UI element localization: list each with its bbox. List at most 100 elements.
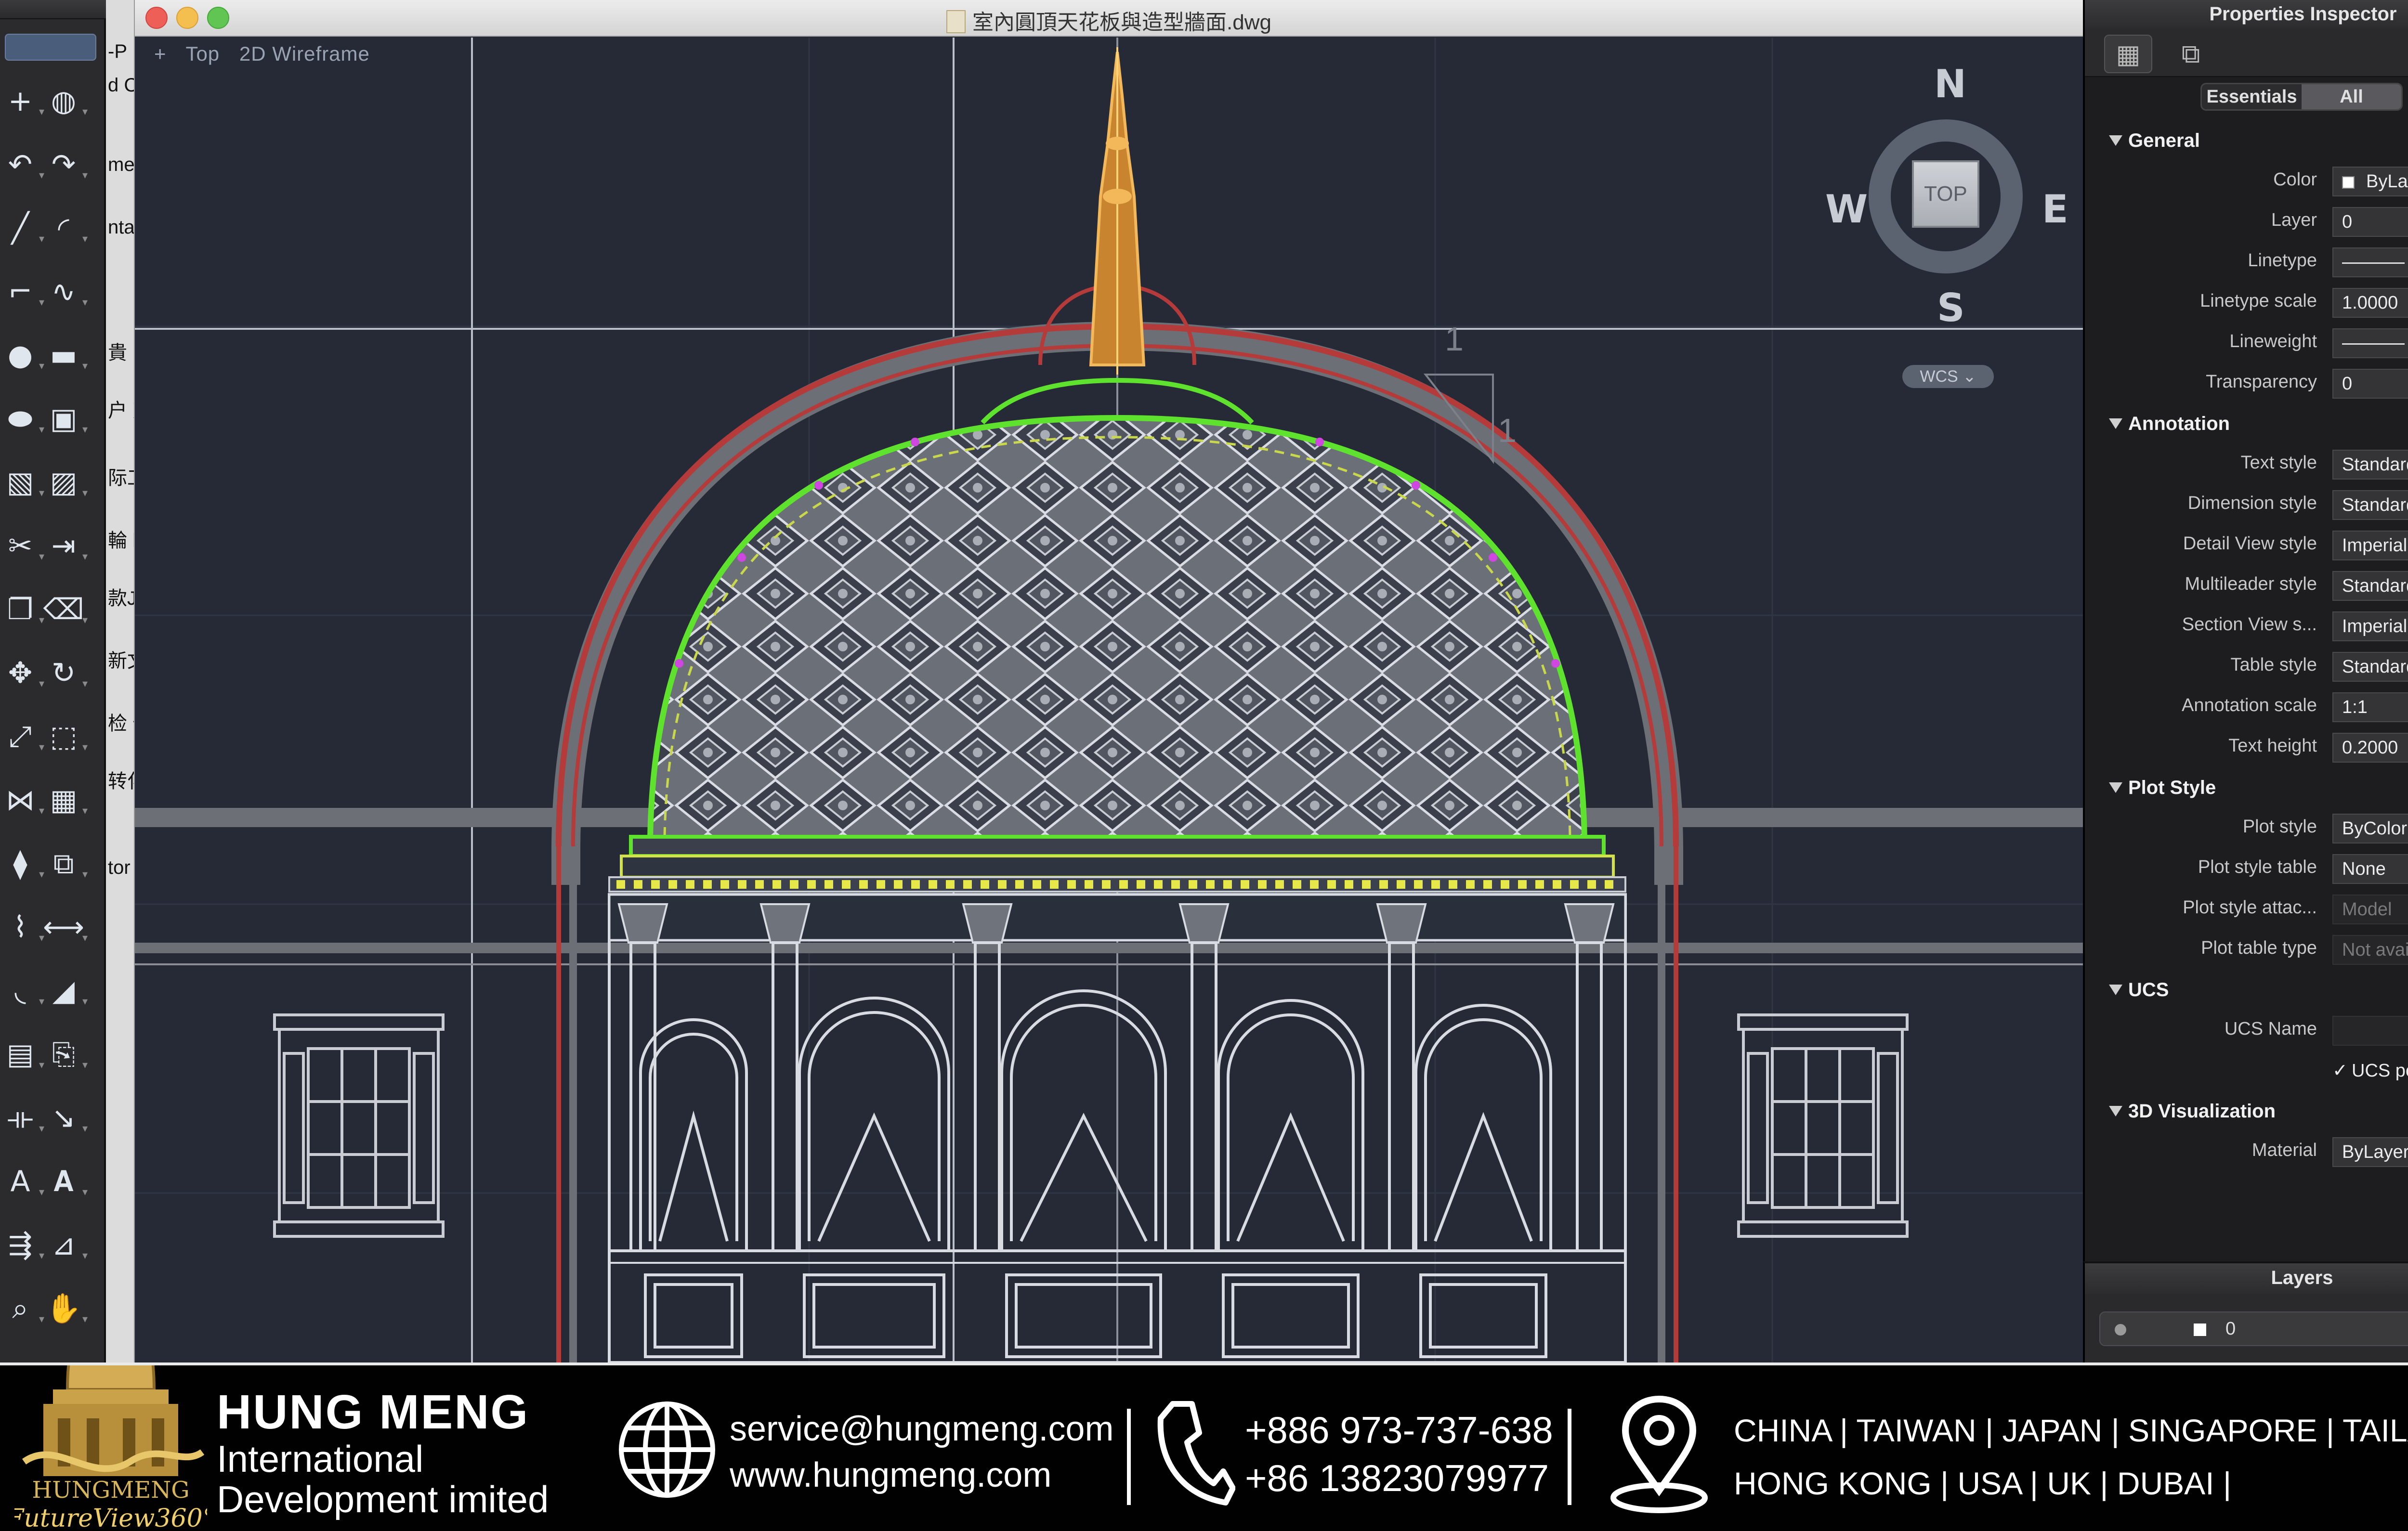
lengthen-icon[interactable]: ⟷ ▾ [43,908,88,947]
property-value-field[interactable] [2332,1016,2408,1046]
stretch-icon[interactable]: ⬚ ▾ [44,717,88,756]
compass-north[interactable]: N [1934,62,1966,106]
mtext-icon[interactable]: 𝐀 ▾ [44,1162,88,1201]
region-icon[interactable]: ▣ ▾ [44,400,88,438]
viewport-menu-button[interactable]: + [154,42,167,65]
compass-south[interactable]: S [1937,285,1965,330]
property-value-field[interactable]: 0 [2332,369,2408,399]
essentials-tab[interactable]: Essentials [2202,84,2302,109]
polyline-icon[interactable]: ⌐ ▾ [1,272,44,311]
drawing-canvas[interactable]: 1 1 [135,38,2083,1362]
all-tab[interactable]: All [2302,84,2401,109]
view-cube[interactable]: TOP N S W E WCS ⌄ [1820,62,2071,399]
compass-east[interactable]: E [2042,187,2068,232]
text-icon[interactable]: A ▾ [1,1162,44,1201]
property-value-field[interactable]: ByLayer [2332,167,2408,196]
ellipse-icon[interactable]: ⬬ ▾ [1,400,44,438]
property-value-field[interactable]: 1.0000 [2332,288,2408,318]
globe-icon[interactable]: ◍ ▾ [44,82,88,120]
property-value-field[interactable]: 0 [2332,207,2408,237]
offset-icon[interactable]: ⧉ ▾ [44,844,88,883]
property-value-field[interactable]: Standard [2332,450,2408,480]
scale-icon[interactable]: ⤢ ▾ [1,717,44,756]
rectangle-icon[interactable]: ▬ ▾ [44,336,88,375]
compass-west[interactable]: W [1825,187,1868,232]
layer-visibility-icon[interactable] [2115,1324,2126,1336]
section-header[interactable]: 3D Visualization [2085,1091,2408,1131]
array-icon[interactable]: ▦ ▾ [44,781,88,819]
undo-icon[interactable]: ↶ ▾ [1,145,44,184]
property-label: Color [2273,169,2317,190]
insert-icon[interactable]: ⎘ ▾ [44,1035,88,1074]
email-link[interactable]: service@hungmeng.com [730,1406,1113,1452]
property-row: ✓UCS per v... [2085,1051,2408,1091]
company-logo: HUNGMENG FutureView360° [14,1365,207,1531]
property-value-field[interactable]: Standard [2332,571,2408,601]
measure-icon[interactable]: ⊿ ▾ [44,1226,88,1264]
property-label: Plot style table [2198,857,2317,877]
rotate-icon[interactable]: ↻ ▾ [44,654,88,692]
view-cube-top-face[interactable]: TOP [1912,160,1979,228]
tool-row: ↶ ▾ ↷ ▾ [0,145,106,189]
plus-icon[interactable]: + ▾ [1,82,44,120]
chevron-down-icon: ▾ [39,424,44,436]
tool-row: ▧ ▾ ▨ ▾ [0,463,106,506]
wcs-menu-button[interactable]: WCS ⌄ [1902,365,1994,388]
copy-icon[interactable]: ❐ ▾ [1,590,44,629]
section-header[interactable]: Plot Style [2085,767,2408,808]
arc-icon[interactable]: ◜ ▾ [44,209,88,247]
break-icon[interactable]: ⌇ ▾ [1,908,44,947]
move-icon[interactable]: ✥ ▾ [1,654,44,692]
palette-grip[interactable] [0,0,106,19]
phone-number-2[interactable]: +86 13823079977 [1245,1454,1553,1502]
chamfer-icon[interactable]: ◢ ▾ [44,972,88,1010]
circle-icon[interactable]: ● ▾ [1,336,44,375]
redo-icon[interactable]: ↷ ▾ [44,145,88,184]
mirror-icon[interactable]: ⧫ ▾ [1,844,44,883]
palette-layout-button[interactable] [5,34,96,61]
section-header[interactable]: Annotation [2085,403,2408,444]
property-value-field[interactable]: Standard [2332,652,2408,682]
trim-icon[interactable]: ✂ ▾ [1,527,44,565]
section-header[interactable]: UCS [2085,970,2408,1010]
chevron-down-icon: ▾ [39,551,44,563]
chevron-down-icon: ▾ [82,169,88,182]
fillet-icon[interactable]: ◟ ▾ [1,972,44,1010]
property-value-field[interactable]: 0.2000 [2332,733,2408,763]
property-value-field[interactable]: Imperial24 [2332,611,2408,641]
join-icon[interactable]: ⋈ ▾ [1,781,44,819]
block-icon[interactable]: ▤ ▾ [1,1035,44,1074]
property-value-field[interactable]: None [2332,854,2408,884]
leader-icon[interactable]: ↘ ▾ [44,1099,88,1137]
grid-icon[interactable]: ▦ [2104,35,2152,73]
hatch-icon[interactable]: ▧ ▾ [1,463,44,502]
view-name-button[interactable]: Top [185,42,220,65]
extend-icon[interactable]: ⇥ ▾ [44,527,88,565]
property-label: Linetype scale [2200,291,2317,311]
line-icon[interactable]: ╱ ▾ [1,209,44,247]
property-value-field[interactable]: B.. [2332,328,2408,358]
property-value-field[interactable]: ByLayer [2332,1137,2408,1167]
dimension-icon[interactable]: ⟛ ▾ [1,1099,44,1137]
property-value-field[interactable]: 1:1 [2332,692,2408,722]
visual-style-button[interactable]: 2D Wireframe [239,42,370,65]
property-value-field[interactable]: Imperial24 [2332,531,2408,560]
erase-icon[interactable]: ⌫ ▾ [43,590,88,629]
current-layer-dropdown[interactable]: 0 [2099,1311,2408,1346]
align-icon[interactable]: ⇶ ▾ [1,1226,44,1264]
model-viewport[interactable]: 1 1 + Top 2D Wireframe TOP N S W E WCS ⌄ [135,38,2083,1362]
property-label: Section View s... [2182,614,2317,635]
ucs-per-viewport-checkbox[interactable]: ✓UCS per v... [2332,1056,2408,1085]
phone-number-1[interactable]: +886 973-737-638 [1245,1406,1553,1454]
layers-stack-icon[interactable]: ⧉ [2167,35,2215,73]
section-header[interactable]: General [2085,120,2408,161]
property-value-field[interactable]: Standard [2332,490,2408,520]
gradient-icon[interactable]: ▨ ▾ [44,463,88,502]
zoom-icon[interactable]: ⌕ ▾ [1,1289,44,1328]
pan-icon[interactable]: ✋ ▾ [44,1289,88,1328]
spline-icon[interactable]: ∿ ▾ [44,272,88,311]
property-value-field: Model [2332,895,2408,924]
property-value-field[interactable]: ByColor [2332,814,2408,843]
website-link[interactable]: www.hungmeng.com [730,1452,1113,1498]
property-value-field[interactable]: B.. [2332,247,2408,277]
